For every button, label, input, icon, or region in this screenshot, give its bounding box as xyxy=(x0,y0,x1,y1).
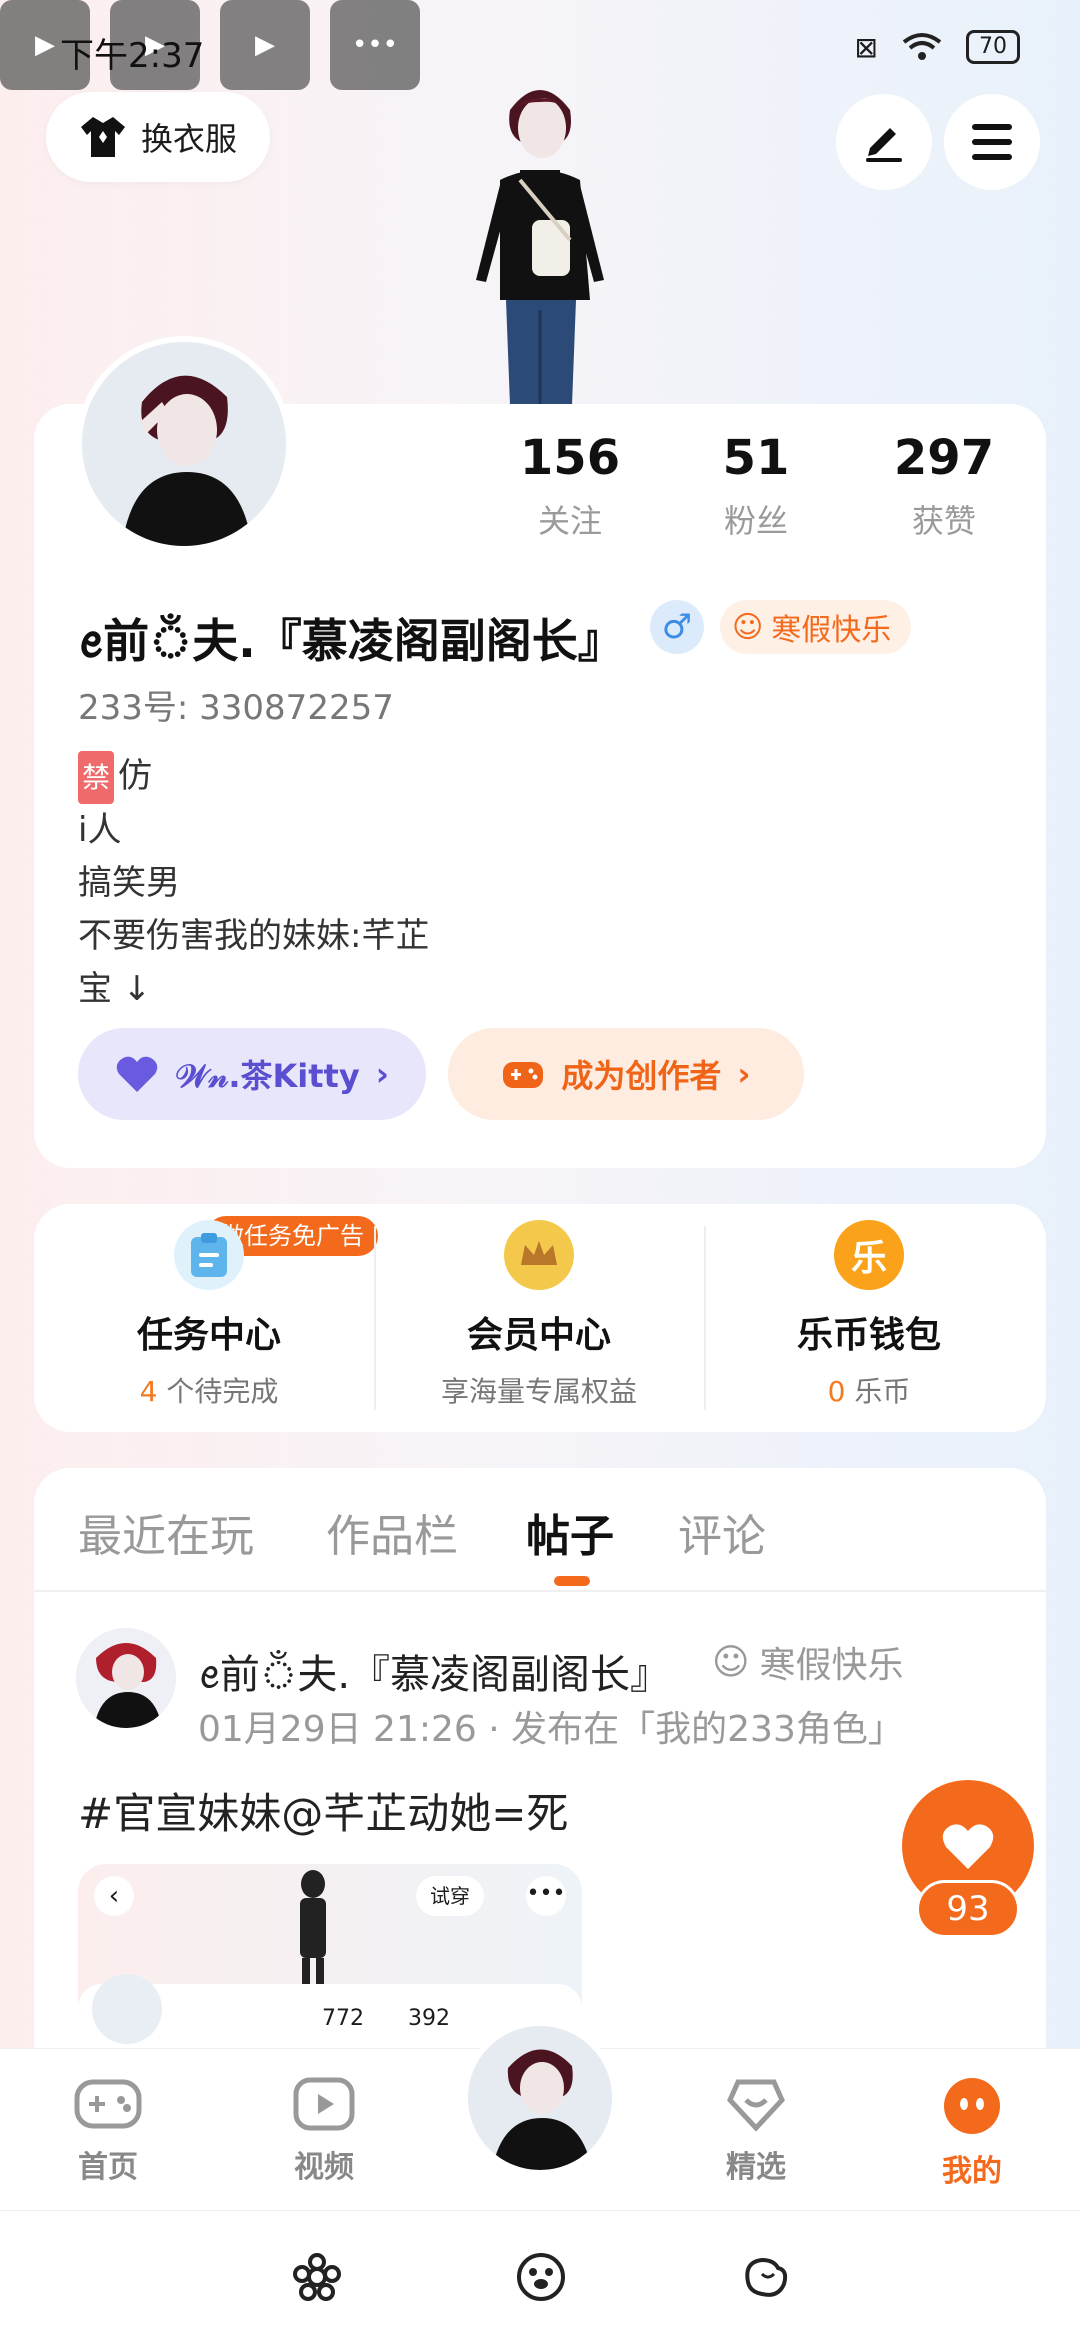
user-id: 233号: 330872257 xyxy=(78,688,394,728)
post-author-avatar[interactable] xyxy=(76,1628,176,1728)
post-image-stat: 392 xyxy=(408,2006,450,2031)
notification-icon: ••• xyxy=(330,0,420,90)
edit-icon xyxy=(866,128,902,162)
kitty-relation-label: 𝒲𝓃.茶Kitty xyxy=(175,1057,360,1095)
task-center-title: 任务中心 xyxy=(136,1315,281,1356)
smile-face-icon xyxy=(944,2078,1000,2134)
stat-following[interactable]: 156 关注 xyxy=(490,430,650,542)
tab-posts[interactable]: 帖子 xyxy=(526,1500,614,1564)
tab-works[interactable]: 作品栏 xyxy=(326,1500,458,1564)
screen-icon: ⊠ xyxy=(854,30,878,64)
avatar-image xyxy=(76,1628,176,1728)
heart-icon xyxy=(116,1056,158,1092)
bean-icon[interactable] xyxy=(740,2252,790,2302)
task-center-sub: 4 个待完成 xyxy=(139,1375,279,1408)
shirt-icon xyxy=(80,117,125,157)
badge-emoji-icon: ☺ xyxy=(712,1641,750,1683)
clipboard-icon xyxy=(174,1220,244,1290)
more-icon: ••• xyxy=(526,1876,566,1916)
task-center[interactable]: 任务中心 4 个待完成 xyxy=(44,1220,374,1410)
nav-mine[interactable]: 我的 xyxy=(912,2076,1032,2190)
bio-line: 搞笑男 xyxy=(78,863,180,903)
nickname: ꫀ前ঁ夫.『慕凌阁副阁长』 xyxy=(78,614,624,668)
gamepad-icon xyxy=(74,2079,142,2129)
nav-video-label: 视频 xyxy=(294,2150,354,2185)
bio-line: 不要伤害我的妹妹:芊芷 xyxy=(78,916,430,956)
coin-wallet-sub: 0 乐币 xyxy=(827,1375,911,1408)
divider xyxy=(34,1590,1046,1592)
back-icon: ‹ xyxy=(94,1876,134,1916)
become-creator-label: 成为创作者 xyxy=(561,1057,722,1095)
nav-featured[interactable]: 精选 xyxy=(696,2076,816,2186)
post-image-stat: 772 xyxy=(322,2006,364,2031)
flower-icon[interactable] xyxy=(292,2252,342,2302)
post-text[interactable]: #官宣妹妹@芊芷动她=死 xyxy=(78,1780,568,1841)
nav-featured-label: 精选 xyxy=(726,2150,786,2185)
avatar[interactable] xyxy=(76,336,292,552)
bio: 禁仿 i人 搞笑男 不要伤害我的妹妹:芊芷 宝 ↓ xyxy=(78,750,429,1016)
likes-label: 获赞 xyxy=(911,502,976,540)
change-outfit-button[interactable]: 换衣服 xyxy=(46,92,270,182)
tab-comments[interactable]: 评论 xyxy=(678,1500,766,1564)
nav-mine-label: 我的 xyxy=(942,2154,1002,2189)
ban-icon: 禁 xyxy=(78,751,115,804)
following-count: 156 xyxy=(519,430,621,486)
holiday-badge[interactable]: ☺ 寒假快乐 xyxy=(720,600,912,654)
paw-icon[interactable] xyxy=(516,2252,566,2302)
coin-wallet[interactable]: 乐 乐币钱包 0 乐币 xyxy=(704,1220,1034,1410)
male-gender-icon: ♂ xyxy=(650,600,704,654)
bio-line: i人 xyxy=(78,810,122,850)
chevron-right-icon: › xyxy=(375,1055,389,1093)
nav-avatar-center[interactable] xyxy=(462,2020,618,2176)
badge-emoji-icon: ☺ xyxy=(732,609,764,645)
coin-icon: 乐 xyxy=(834,1220,904,1290)
fans-label: 粉丝 xyxy=(723,502,788,540)
stat-likes[interactable]: 297 获赞 xyxy=(864,430,1024,542)
heart-icon xyxy=(942,1824,994,1869)
active-tab-indicator xyxy=(554,1576,590,1586)
member-center-title: 会员中心 xyxy=(466,1315,611,1356)
heart-gem-icon xyxy=(727,2079,785,2132)
gamepad-icon xyxy=(503,1062,544,1088)
video-icon xyxy=(293,2077,355,2131)
post-author-badge: ☺ 寒假快乐 xyxy=(712,1641,904,1687)
fans-count: 51 xyxy=(722,430,790,486)
post-image-avatar xyxy=(92,1974,162,2044)
edit-profile-button[interactable] xyxy=(836,94,932,190)
bio-line: 宝 ↓ xyxy=(78,969,152,1009)
holiday-badge-label: 寒假快乐 xyxy=(771,613,892,648)
avatar-image xyxy=(82,342,286,546)
status-icons: ⊠ 70 xyxy=(855,30,1020,64)
crown-icon xyxy=(504,1220,574,1290)
status-time: 下午2:37 xyxy=(60,36,205,76)
likes-count: 297 xyxy=(893,430,995,486)
coin-wallet-title: 乐币钱包 xyxy=(796,1315,941,1356)
kitty-relation-button[interactable]: 𝒲𝓃.茶Kitty › xyxy=(78,1028,426,1120)
nav-home[interactable]: 首页 xyxy=(48,2076,168,2186)
following-label: 关注 xyxy=(537,502,602,540)
battery-icon: 70 xyxy=(966,30,1020,64)
bio-line: 禁仿 xyxy=(78,750,429,804)
try-on-tag: 试穿 xyxy=(416,1876,484,1916)
notification-icon: ▶ xyxy=(220,0,310,90)
chevron-right-icon: › xyxy=(737,1055,751,1093)
avatar-character[interactable] xyxy=(440,70,640,405)
stat-fans[interactable]: 51 粉丝 xyxy=(676,430,836,542)
become-creator-button[interactable]: 成为创作者 › xyxy=(448,1028,804,1120)
like-count: 93 xyxy=(916,1880,1020,1938)
menu-button[interactable] xyxy=(944,94,1040,190)
avatar-image xyxy=(468,2026,612,2170)
nav-home-label: 首页 xyxy=(78,2150,138,2185)
wifi-icon xyxy=(902,33,942,60)
menu-icon xyxy=(972,124,1012,160)
post-meta: 01月29日 21:26 · 发布在「我的233角色」 xyxy=(198,1709,904,1750)
tab-recently-played[interactable]: 最近在玩 xyxy=(78,1500,254,1564)
nav-video[interactable]: 视频 xyxy=(264,2076,384,2186)
change-outfit-label: 换衣服 xyxy=(140,120,237,158)
member-center-sub: 享海量专属权益 xyxy=(440,1375,637,1408)
member-center[interactable]: 会员中心 享海量专属权益 xyxy=(374,1220,704,1410)
